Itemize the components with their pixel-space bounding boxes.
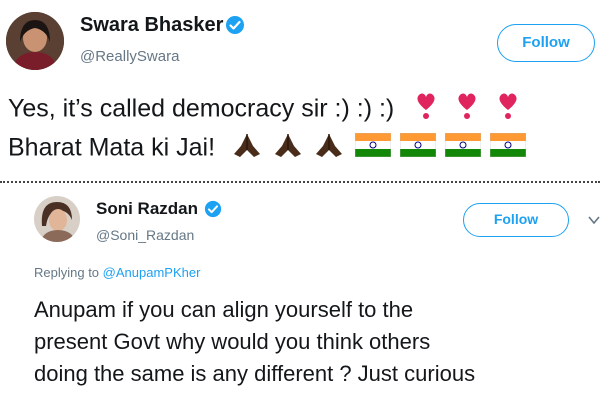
- heart-icon: [415, 92, 437, 128]
- heart-icon: [497, 92, 519, 128]
- replying-to-link[interactable]: @AnupamPKher: [103, 265, 201, 280]
- swara-name[interactable]: Swara Bhasker: [80, 14, 223, 37]
- india-flag-icon: [354, 132, 392, 165]
- folded-hands-icon: [273, 132, 303, 166]
- tweet2-line2: present Govt why would you think others: [34, 329, 431, 354]
- folded-hands-icon: [314, 132, 344, 166]
- tweet2-line3: doing the same is any different ? Just c…: [34, 361, 476, 386]
- swara-handle[interactable]: @ReallySwara: [80, 48, 179, 65]
- india-flag-icon: [489, 132, 526, 165]
- replying-to-line: Replying to @AnupamPKher: [34, 265, 200, 280]
- tweet1-line1: Yes, it’s called democracy sir :) :) :): [8, 94, 395, 123]
- swara-avatar[interactable]: [6, 12, 64, 70]
- tweet1-line2: Bharat Mata ki Jai!: [8, 133, 216, 162]
- soni-name[interactable]: Soni Razdan: [96, 199, 198, 219]
- verified-badge-icon: [225, 15, 245, 40]
- tweet1-line1-container: Yes, it’s called democracy sir :) :) :): [8, 92, 519, 128]
- india-flag-icon: [399, 132, 437, 165]
- chevron-down-icon[interactable]: [588, 212, 600, 230]
- india-flag-icon: [444, 132, 481, 165]
- folded-hands-icon: [232, 132, 262, 166]
- tweet-divider: [0, 181, 600, 183]
- heart-icon: [456, 92, 478, 128]
- follow-button-swara[interactable]: Follow: [497, 24, 595, 62]
- verified-badge-icon: [204, 200, 222, 223]
- replying-prefix: Replying to: [34, 265, 100, 280]
- follow-button-soni[interactable]: Follow: [463, 203, 569, 237]
- tweet1-line2-container: Bharat Mata ki Jai!: [8, 132, 526, 166]
- tweet2-line1: Anupam if you can align yourself to the: [34, 297, 414, 322]
- soni-avatar[interactable]: [34, 196, 80, 242]
- soni-handle[interactable]: @Soni_Razdan: [96, 227, 194, 243]
